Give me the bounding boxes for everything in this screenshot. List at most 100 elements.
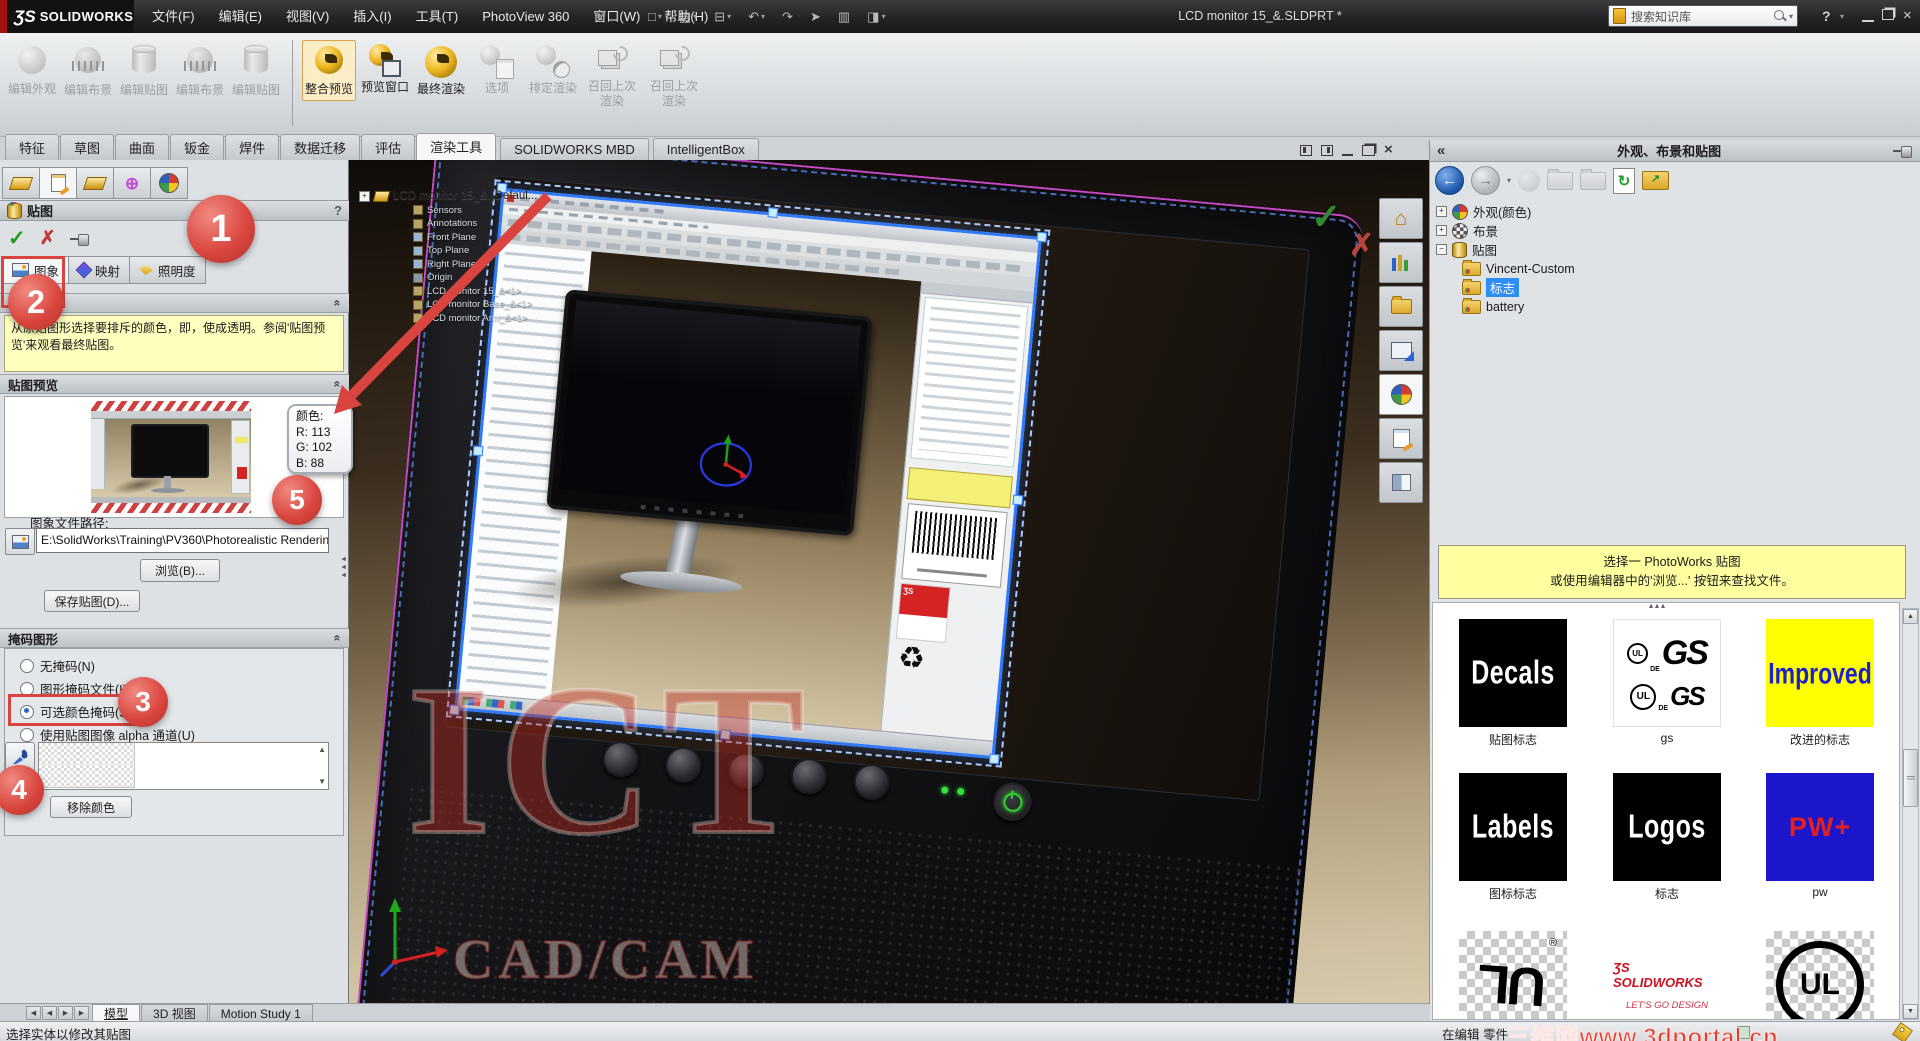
pin-icon[interactable] (1893, 145, 1913, 158)
schedule-render-button[interactable]: 排定渲染 (526, 40, 580, 100)
search-dropdown-icon[interactable]: ▾ (1789, 12, 1793, 21)
save-icon[interactable]: ⊟ ▾ (714, 9, 731, 25)
split-pane-left-icon[interactable] (1300, 144, 1312, 156)
color-swatch[interactable] (115, 765, 135, 788)
flyout-item[interactable]: Annotations (413, 218, 537, 229)
color-swatch[interactable] (39, 743, 59, 766)
ok-button[interactable]: ✓ (8, 226, 26, 251)
menu-edit[interactable]: 编辑(E) (207, 0, 274, 33)
options-icon[interactable]: ◨ ▾ (867, 9, 885, 25)
tab-mapping[interactable]: 映射 (68, 256, 131, 284)
mask-section-header[interactable]: 掩码图形 « (0, 628, 349, 648)
save-decal-button[interactable]: 保存贴图(D)... (44, 590, 140, 612)
close-button[interactable]: × (1903, 0, 1912, 31)
thumb-labels[interactable]: Labels (1459, 773, 1567, 881)
help-dropdown-icon[interactable]: ▾ (1840, 0, 1844, 33)
menu-window[interactable]: 窗口(W) (581, 0, 652, 33)
menu-file[interactable]: 文件(F) (140, 0, 207, 33)
tab-intelligentbox[interactable]: IntelligentBox (652, 138, 759, 160)
thumb-ul-mirrored[interactable]: UL ® (1459, 931, 1567, 1019)
flyout-item[interactable]: Front Plane (413, 232, 537, 243)
featuremanager-tab[interactable] (2, 167, 40, 199)
final-render-button[interactable]: 最终渲染 (414, 40, 468, 101)
confirm-ok-icon[interactable]: ✓ (1311, 196, 1341, 238)
color-swatch[interactable] (96, 765, 116, 788)
selection-handle[interactable] (988, 753, 1000, 765)
flyout-item[interactable]: LCD monitor 15_&<1> (413, 286, 537, 297)
last-tab-button[interactable]: ▶ (74, 1006, 89, 1020)
recall-last-render-button-2[interactable]: 召回上次渲染 (644, 40, 704, 113)
menu-insert[interactable]: 插入(I) (341, 0, 403, 33)
tree-item-battery[interactable]: battery (1462, 297, 1906, 316)
propertymanager-tab[interactable] (39, 167, 77, 199)
thumb-decals[interactable]: Decals (1459, 619, 1567, 727)
viewport-close-icon[interactable]: × (1384, 141, 1393, 159)
tab-weldments[interactable]: 焊件 (225, 134, 280, 160)
collapse-icon[interactable]: − (1436, 244, 1447, 255)
thumb-solidworks[interactable]: ƷS SOLIDWORKS LET'S GO DESIGN (1613, 931, 1721, 1019)
tab-motion-study[interactable]: Motion Study 1 (208, 1004, 313, 1022)
selection-handle[interactable] (1012, 494, 1024, 506)
open-folder-icon[interactable]: ↗ (1642, 171, 1670, 190)
thumbnail-scrollbar[interactable]: ▲ ▼ (1902, 608, 1919, 1020)
flyout-item[interactable]: Top Plane (413, 245, 537, 256)
expand-icon[interactable]: + (359, 190, 370, 202)
tab-model[interactable]: 模型 (92, 1004, 141, 1022)
radio-icon[interactable] (20, 658, 34, 673)
selection-handle[interactable] (767, 207, 779, 219)
next-tab-button[interactable]: ▶ (58, 1006, 73, 1020)
thumb-pw[interactable]: PW+ (1766, 773, 1874, 881)
scroll-down-icon[interactable]: ▼ (318, 778, 326, 786)
flyout-root-item[interactable]: + LCD monitor 15_&.(Defaul... (359, 190, 537, 202)
help-button[interactable]: ? (1822, 0, 1831, 33)
color-swatch[interactable] (58, 743, 78, 766)
dimxpert-tab[interactable]: ⊕ (113, 167, 151, 199)
preview-window-button[interactable]: 预览窗口 (358, 40, 412, 99)
graphics-viewport[interactable]: ƷS ♻ + LCD monitor 15_&.(Defaul... Senso… (349, 160, 1429, 1003)
remove-color-button[interactable]: 移除颜色 (50, 796, 132, 818)
search-input[interactable]: 搜索知识库 (1631, 8, 1774, 25)
options-button[interactable]: 选项 (470, 40, 524, 100)
tab-solidworks-mbd[interactable]: SOLIDWORKS MBD (500, 138, 649, 160)
open-icon[interactable]: ▤ ▾ (679, 9, 697, 25)
flyout-item[interactable]: LCD monitor Arm_&<1> (413, 313, 537, 324)
back-button[interactable]: ← (1435, 166, 1464, 195)
confirm-cancel-icon[interactable]: ✗ (1349, 228, 1374, 263)
color-swatch[interactable] (115, 743, 135, 766)
tab-illumination[interactable]: 照明度 (129, 256, 206, 284)
image-path-field[interactable]: E:\SolidWorks\Training\PV360\Photorealis… (36, 528, 329, 553)
integrated-preview-button[interactable]: 整合预览 (302, 40, 356, 101)
flyout-item[interactable]: Origin (413, 272, 537, 283)
tree-item-scenes[interactable]: + 布景 (1436, 221, 1906, 240)
viewport-minimize-icon[interactable] (1342, 144, 1353, 156)
recall-last-render-button[interactable]: 召回上次渲染 (582, 40, 642, 113)
tab-sheetmetal[interactable]: 钣金 (170, 134, 225, 160)
image-file-icon[interactable] (5, 528, 35, 555)
flyout-item[interactable]: Sensors (413, 205, 537, 216)
tab-render-tools[interactable]: 渲染工具 (416, 133, 497, 160)
restore-button[interactable] (1882, 9, 1894, 20)
undo-icon[interactable]: ↶ ▾ (748, 9, 765, 25)
edit-decal-button-2[interactable]: 编辑贴图 (229, 40, 283, 102)
splitter-grip-icon[interactable]: ▴▴▴ (1649, 603, 1667, 610)
color-swatch[interactable] (96, 743, 116, 766)
split-pane-right-icon[interactable] (1321, 144, 1333, 156)
new-folder-icon-2[interactable] (1580, 168, 1607, 190)
collapse-chevron-icon[interactable]: « (331, 300, 345, 307)
scrollbar-thumb[interactable] (1903, 749, 1918, 807)
document-recovery-tab[interactable] (1379, 462, 1423, 503)
search-box[interactable]: 搜索知识库 ▾ (1608, 5, 1798, 27)
viewport-restore-icon[interactable] (1362, 144, 1375, 156)
custom-properties-tab[interactable] (1379, 418, 1423, 459)
thumb-logos[interactable]: Logos (1613, 773, 1721, 881)
appearances-tab[interactable] (1379, 374, 1423, 415)
new-document-icon[interactable]: □ ▾ (648, 9, 662, 24)
edit-appearance-button[interactable]: 编辑外观 (5, 40, 59, 101)
scroll-down-button[interactable]: ▼ (1903, 1004, 1918, 1019)
new-folder-icon[interactable] (1547, 168, 1574, 190)
menu-view[interactable]: 视图(V) (274, 0, 341, 33)
prev-tab-button[interactable]: ◀ (42, 1006, 57, 1020)
radio-no-mask[interactable]: 无掩码(N) (20, 656, 95, 675)
panel-help-icon[interactable]: ? (334, 203, 342, 218)
add-appearance-icon[interactable] (1518, 169, 1541, 192)
